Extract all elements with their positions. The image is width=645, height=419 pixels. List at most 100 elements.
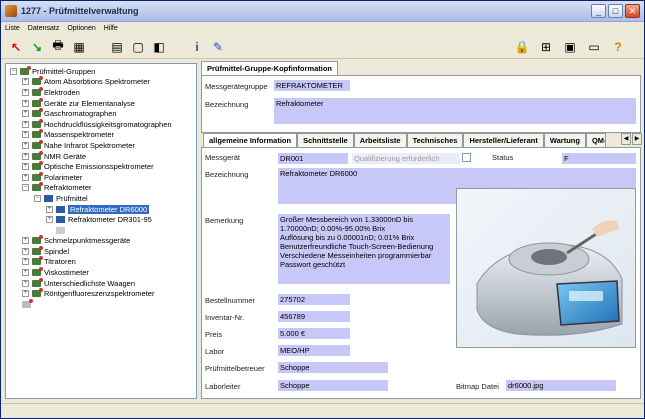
collapse-icon[interactable]: − <box>22 184 29 192</box>
inventory-field[interactable]: 456789 <box>278 311 350 322</box>
device-name-label: Bezeichnung <box>205 170 249 179</box>
price-label: Preis <box>205 330 223 339</box>
price-field[interactable]: 5.000 € <box>278 328 350 339</box>
tree-group-item[interactable]: + Schmelzpunktmessgeräte <box>10 235 192 247</box>
expand-icon[interactable]: + <box>22 269 29 277</box>
lab-head-field[interactable]: Schoppe <box>278 380 388 391</box>
minimize-button[interactable]: _ <box>591 4 606 18</box>
tree-group-item[interactable]: + Massenspektrometer <box>10 129 192 141</box>
tree-group-item[interactable]: + Geräte zur Elementanalyse <box>10 97 192 109</box>
status-field[interactable]: F <box>562 153 636 164</box>
expand-icon[interactable]: + <box>46 205 53 213</box>
group-tree[interactable]: − Prüfmittel-Gruppen + Atom Absorbtions S… <box>5 63 197 399</box>
caretaker-field[interactable]: Schoppe <box>278 362 388 373</box>
menu-hilfe[interactable]: Hilfe <box>104 25 118 32</box>
expand-icon[interactable]: + <box>22 163 29 171</box>
tree-new-device[interactable] <box>10 225 192 236</box>
paste-record-icon[interactable]: ◧ <box>150 38 168 56</box>
tree-group-item[interactable]: + Spindel <box>10 245 192 257</box>
menu-datensatz[interactable]: Datensatz <box>28 25 60 32</box>
tree-group-label: Optische Emissionsspektrometer <box>44 162 154 172</box>
tree-group-item[interactable]: + Elektroden <box>10 86 192 98</box>
expand-icon[interactable]: + <box>22 141 29 149</box>
bitmap-field[interactable]: dr6000.jpg <box>506 380 616 391</box>
lab-field[interactable]: MEO/HP <box>278 345 350 356</box>
expand-icon[interactable]: + <box>22 120 29 128</box>
expand-icon[interactable]: + <box>22 290 29 298</box>
expand-icon[interactable]: + <box>22 131 29 139</box>
lock-icon[interactable]: 🔒 <box>513 38 531 56</box>
menu-optionen[interactable]: Optionen <box>67 25 95 32</box>
tree-sub-group[interactable]: − Prüfmittel <box>10 193 192 204</box>
tree-group-item[interactable]: + Hochdruckflüssigkeitsgromatographen <box>10 118 192 130</box>
tree-group-item[interactable]: + Unterschiedlichste Waagen <box>10 277 192 289</box>
expand-icon[interactable]: + <box>22 279 29 287</box>
tree-group-item[interactable]: + Polarimeter <box>10 171 192 183</box>
info-icon[interactable]: i <box>188 38 206 56</box>
maximize-button[interactable]: □ <box>608 4 623 18</box>
tree-root[interactable]: − Prüfmittel-Gruppen <box>10 65 192 77</box>
expand-icon[interactable]: + <box>22 258 29 266</box>
tree-group-item[interactable]: + Viskostimeter <box>10 267 192 278</box>
tree-group-label: Viskostimeter <box>44 268 89 278</box>
expand-icon[interactable]: + <box>46 216 53 224</box>
tab-group-header[interactable]: Prüfmittel-Gruppe-Kopfinformation <box>201 61 338 75</box>
tab-technical[interactable]: Technisches <box>406 133 464 147</box>
preview-icon[interactable]: ▦ <box>70 38 88 56</box>
copy-record-icon[interactable]: ▢ <box>129 38 147 56</box>
tab-scroll-left-icon[interactable]: ◀ <box>621 133 631 145</box>
device-field[interactable]: DR001 <box>278 153 348 164</box>
group-folder-icon <box>32 161 43 171</box>
new-record-icon[interactable]: ▤ <box>108 38 126 56</box>
collapse-icon[interactable]: − <box>10 67 17 75</box>
menu-liste[interactable]: Liste <box>5 25 20 32</box>
tree-sub-item-label: Refraktometer DR301-95 <box>68 215 152 225</box>
order-field[interactable]: 275702 <box>278 294 350 305</box>
tree-group-item[interactable]: + Optische Emissionsspektrometer <box>10 161 192 172</box>
print-icon[interactable]: 🖶 <box>49 38 67 56</box>
help-icon[interactable]: ? <box>609 38 627 56</box>
tree-group-item[interactable]: + Nahe Infrarot Spektrometer <box>10 139 192 151</box>
tree-group-item[interactable]: + Atom Absorbtions Spektrometer <box>10 76 192 88</box>
expand-icon[interactable]: + <box>22 99 29 107</box>
tab-general-info[interactable]: allgemeine Information <box>203 133 298 147</box>
tree-group-item[interactable]: + NMR Geräte <box>10 150 192 162</box>
expand-icon[interactable]: + <box>22 152 29 160</box>
tab-worklist[interactable]: Arbeitsliste <box>353 133 407 147</box>
tree-new-group[interactable] <box>10 298 192 310</box>
group-field[interactable]: REFRAKTOMETER <box>274 80 350 91</box>
expand-icon[interactable]: + <box>22 78 29 86</box>
expand-icon[interactable]: + <box>22 247 29 255</box>
monitor-icon[interactable]: ▭ <box>585 38 603 56</box>
edit-icon[interactable]: ✎ <box>209 38 227 56</box>
group-name-field[interactable]: Refraktometer <box>274 98 636 124</box>
tree-sub-item[interactable]: + Refraktometer DR6000 <box>10 204 192 215</box>
tab-manufacturer[interactable]: Hersteller/Lieferant <box>463 133 544 147</box>
tree-group-item[interactable]: + Gaschromatographen <box>10 108 192 119</box>
device-icon <box>56 205 65 213</box>
expand-icon[interactable]: + <box>22 173 29 181</box>
image-icon[interactable]: ▣ <box>561 38 579 56</box>
expand-icon[interactable]: + <box>22 237 29 245</box>
arrow-red-icon[interactable]: ↖ <box>7 38 25 56</box>
tab-scroll-right-icon[interactable]: ▶ <box>632 133 642 145</box>
device-icon <box>44 194 53 202</box>
expand-icon[interactable]: + <box>22 88 29 96</box>
group-folder-icon <box>32 139 43 149</box>
expand-icon[interactable]: + <box>22 110 29 118</box>
tree-group-item[interactable]: + Titratoren <box>10 256 192 268</box>
tree-group-item[interactable]: + Röntgenfluoreszenzspektrometer <box>10 288 192 299</box>
tree-group-item[interactable]: − Refraktometer <box>10 182 192 194</box>
tab-interface[interactable]: Schnittstelle <box>297 133 354 147</box>
tab-maintenance[interactable]: Wartung <box>543 133 586 147</box>
remark-field[interactable]: Großer Messbereich von 1.33000nD bis 1.7… <box>278 214 450 284</box>
close-button[interactable]: ✕ <box>625 4 640 18</box>
collapse-icon[interactable]: − <box>34 194 41 202</box>
group-label: Messgerätegruppe <box>205 82 268 91</box>
network-icon[interactable]: ⊞ <box>537 38 555 56</box>
tree-sub-item[interactable]: + Refraktometer DR301-95 <box>10 214 192 225</box>
inventory-label: Inventar-Nr. <box>205 313 245 322</box>
qualification-checkbox[interactable] <box>462 153 471 162</box>
arrow-green-icon[interactable]: ↘ <box>28 38 46 56</box>
tab-qm-info[interactable]: QM-In <box>585 133 606 147</box>
